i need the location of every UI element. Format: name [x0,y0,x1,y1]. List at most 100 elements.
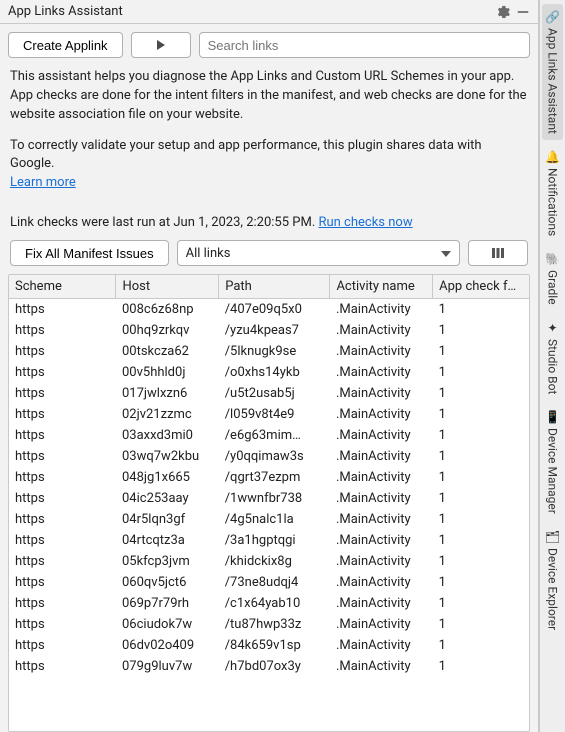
cell-host: 02jv21zzmc [116,404,219,425]
header-path[interactable]: Path [219,275,330,299]
cell-activity: .MainActivity [330,488,433,509]
cell-scheme: https [9,383,116,404]
fix-manifest-button[interactable]: Fix All Manifest Issues [10,240,169,266]
cell-path: /84k659v1sp [219,635,330,656]
header-host[interactable]: Host [116,275,219,299]
cell-scheme: https [9,656,116,677]
table-row[interactable]: https079g9luv7w/h7bd07ox3y.MainActivity1 [9,656,529,677]
links-filter-select[interactable]: All links [177,240,460,266]
cell-host: 06ciudok7w [116,614,219,635]
main-panel: App Links Assistant Create Applink This … [0,0,539,732]
cell-activity: .MainActivity [330,425,433,446]
cell-activity: .MainActivity [330,467,433,488]
side-item-label: Device Explorer [546,548,560,630]
cell-path: /tu87hwp33z [219,614,330,635]
status-timestamp: Jun 1, 2023, 2:20:55 PM [173,215,311,230]
table-row[interactable]: https04r5lqn3gf/4g5nalc1la.MainActivity1 [9,509,529,530]
cell-path: /h7bd07ox3y [219,656,330,677]
cell-activity: .MainActivity [330,635,433,656]
cell-host: 079g9luv7w [116,656,219,677]
table-row[interactable]: https05kfcp3jvm/khidckix8g.MainActivity1 [9,551,529,572]
cell-host: 017jwlxzn6 [116,383,219,404]
table-row[interactable]: https008c6z68np/407e09q5x0.MainActivity1 [9,299,529,321]
table-row[interactable]: https017jwlxzn6/u5t2usab5j.MainActivity1 [9,383,529,404]
side-item-label: Device Manager [546,428,560,514]
side-item-gradle[interactable]: 🐘Gradle [542,246,563,311]
header-scheme[interactable]: Scheme [9,275,116,299]
cell-activity: .MainActivity [330,446,433,467]
cell-appcheck: 1 [433,614,529,635]
cell-path: /y0qqimaw3s [219,446,330,467]
side-item-notifications[interactable]: 🔔Notifications [542,144,563,242]
cell-appcheck: 1 [433,299,529,321]
header-appcheck[interactable]: App check f… [433,275,529,299]
cell-activity: .MainActivity [330,404,433,425]
cell-activity: .MainActivity [330,299,433,321]
cell-path: /73ne8udqj4 [219,572,330,593]
columns-icon [491,247,505,259]
table-row[interactable]: https04ic253aay/1wwnfbr738.MainActivity1 [9,488,529,509]
table-row[interactable]: https00v5hhld0j/o0xhs14ykb.MainActivity1 [9,362,529,383]
cell-activity: .MainActivity [330,362,433,383]
side-item-label: Gradle [546,270,560,305]
header-activity[interactable]: Activity name [330,275,433,299]
cell-host: 03wq7w2kbu [116,446,219,467]
cell-appcheck: 1 [433,656,529,677]
cell-scheme: https [9,299,116,321]
table-row[interactable]: https03axxd3mi0/e6g63mim….MainActivity1 [9,425,529,446]
side-item-studio-bot[interactable]: ✦Studio Bot [543,315,563,400]
side-item-device-explorer[interactable]: 🗂Device Explorer [542,524,563,636]
cell-path: /c1x64yab10 [219,593,330,614]
cell-host: 00v5hhld0j [116,362,219,383]
run-checks-link[interactable]: Run checks now [318,215,412,230]
links-table-wrap[interactable]: Scheme Host Path Activity name App check… [8,274,530,732]
table-row[interactable]: https060qv5jct6/73ne8udqj4.MainActivity1 [9,572,529,593]
cell-host: 048jg1x665 [116,467,219,488]
table-row[interactable]: https06ciudok7w/tu87hwp33z.MainActivity1 [9,614,529,635]
title-controls [496,5,530,19]
table-row[interactable]: https048jg1x665/qgrt37ezpm.MainActivity1 [9,467,529,488]
cell-appcheck: 1 [433,467,529,488]
table-row[interactable]: https03wq7w2kbu/y0qqimaw3s.MainActivity1 [9,446,529,467]
cell-path: /5lknugk9se [219,341,330,362]
cell-scheme: https [9,572,116,593]
columns-button[interactable] [468,240,528,266]
table-row[interactable]: https069p7r79rh/c1x64yab10.MainActivity1 [9,593,529,614]
side-item-device-manager[interactable]: 📱Device Manager [542,404,563,520]
cell-activity: .MainActivity [330,383,433,404]
cell-scheme: https [9,320,116,341]
cell-activity: .MainActivity [330,593,433,614]
minimize-icon[interactable] [516,5,530,19]
table-row[interactable]: https04rtcqtz3a/3a1hgptqgi.MainActivity1 [9,530,529,551]
panel-title: App Links Assistant [8,4,123,19]
cell-appcheck: 1 [433,488,529,509]
cell-activity: .MainActivity [330,551,433,572]
cell-activity: .MainActivity [330,509,433,530]
create-applink-button[interactable]: Create Applink [8,32,123,58]
cell-appcheck: 1 [433,530,529,551]
links-table: Scheme Host Path Activity name App check… [9,275,529,677]
cell-path: /4g5nalc1la [219,509,330,530]
table-row[interactable]: https06dv02o409/84k659v1sp.MainActivity1 [9,635,529,656]
table-row[interactable]: https00hq9zrkqv/yzu4kpeas7.MainActivity1 [9,320,529,341]
cell-host: 069p7r79rh [116,593,219,614]
run-button[interactable] [131,32,191,58]
description-p2: To correctly validate your setup and app… [10,137,528,194]
table-row[interactable]: https00tskcza62/5lknugk9se.MainActivity1 [9,341,529,362]
side-item-app-links-assistant[interactable]: 🔗App Links Assistant [542,4,563,140]
right-tool-strip: 🔗App Links Assistant 🔔Notifications 🐘Gradl… [539,0,565,732]
table-row[interactable]: https02jv21zzmc/l059v8t4e9.MainActivity1 [9,404,529,425]
search-input[interactable] [199,32,530,58]
cell-appcheck: 1 [433,572,529,593]
cell-host: 060qv5jct6 [116,572,219,593]
learn-more-link[interactable]: Learn more [10,175,76,190]
cell-host: 04rtcqtz3a [116,530,219,551]
cell-host: 04r5lqn3gf [116,509,219,530]
title-bar: App Links Assistant [0,0,538,24]
cell-path: /3a1hgptqgi [219,530,330,551]
gear-icon[interactable] [496,5,510,19]
studio-bot-icon: ✦ [547,321,557,335]
toolbar: Create Applink [0,24,538,66]
cell-appcheck: 1 [433,425,529,446]
cell-scheme: https [9,362,116,383]
